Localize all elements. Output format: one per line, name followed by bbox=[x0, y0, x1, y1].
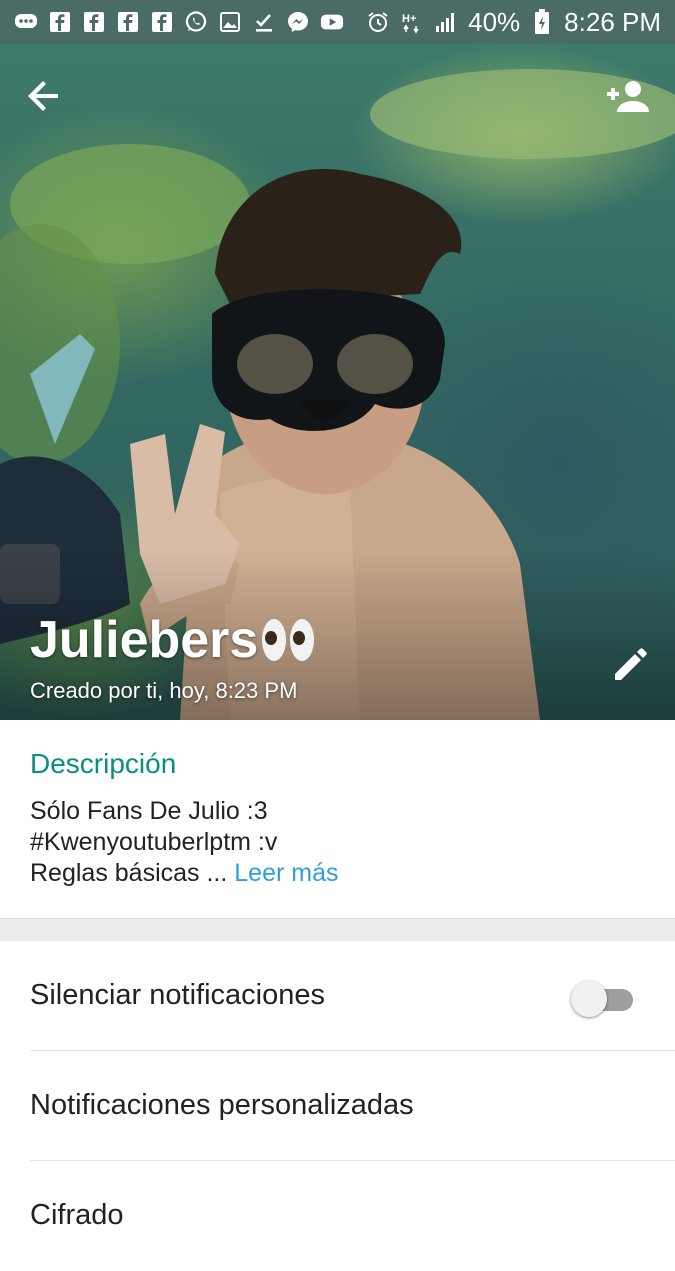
description-section[interactable]: Descripción Sólo Fans De Julio :3 #Kweny… bbox=[0, 720, 675, 919]
facebook-icon bbox=[116, 10, 140, 34]
description-line-text: Reglas básicas ... bbox=[30, 859, 228, 887]
youtube-icon bbox=[320, 10, 344, 34]
description-line: Reglas básicas ... Leer más bbox=[30, 858, 339, 889]
eyes-emoji-icon bbox=[262, 619, 315, 661]
facebook-icon bbox=[82, 10, 106, 34]
data-h-plus-icon: H+ bbox=[400, 10, 424, 34]
custom-notifications-label: Notificaciones personalizadas bbox=[30, 1089, 414, 1121]
signal-icon bbox=[434, 10, 458, 34]
group-name-text: Juliebers bbox=[30, 611, 259, 669]
facebook-icon bbox=[150, 10, 174, 34]
description-title: Descripción bbox=[30, 748, 177, 779]
back-button[interactable] bbox=[24, 76, 64, 116]
section-divider bbox=[0, 919, 675, 941]
messenger-icon bbox=[286, 10, 310, 34]
mute-notifications-label: Silenciar notificaciones bbox=[30, 979, 325, 1011]
created-info: Creado por ti, hoy, 8:23 PM bbox=[30, 678, 298, 703]
svg-text:H+: H+ bbox=[402, 13, 416, 25]
battery-charging-icon bbox=[530, 9, 554, 34]
add-participant-button[interactable] bbox=[605, 76, 651, 116]
gallery-icon bbox=[218, 10, 242, 34]
edit-name-button[interactable] bbox=[611, 644, 651, 684]
person-add-icon bbox=[607, 81, 649, 112]
clock: 8:26 PM bbox=[564, 6, 661, 37]
download-done-icon bbox=[252, 10, 276, 34]
description-line: Sólo Fans De Julio :3 bbox=[30, 797, 268, 825]
custom-notifications-row[interactable]: Notificaciones personalizadas bbox=[30, 1051, 675, 1161]
pencil-icon bbox=[615, 648, 647, 680]
arrow-back-icon bbox=[28, 81, 58, 111]
read-more-link[interactable]: Leer más bbox=[234, 859, 338, 887]
whatsapp-icon bbox=[184, 10, 208, 34]
group-name: Juliebers bbox=[30, 610, 315, 670]
toggle-knob bbox=[571, 981, 607, 1017]
group-header: Juliebers Creado por ti, hoy, 8:23 PM bbox=[0, 44, 675, 720]
facebook-icon bbox=[48, 10, 72, 34]
mute-notifications-row[interactable]: Silenciar notificaciones bbox=[30, 941, 675, 1051]
notification-icons bbox=[14, 10, 344, 34]
description-text: Sólo Fans De Julio :3 #Kwenyoutuberlptm … bbox=[30, 796, 339, 889]
status-bar: H+ 40% 8:26 PM bbox=[0, 0, 675, 44]
system-status: H+ 40% 8:26 PM bbox=[366, 7, 661, 38]
messages-icon bbox=[14, 10, 38, 34]
alarm-icon bbox=[366, 10, 390, 34]
settings-list: Silenciar notificaciones Notificaciones … bbox=[0, 941, 675, 1231]
description-line: #Kwenyoutuberlptm :v bbox=[30, 828, 278, 856]
encryption-row[interactable]: Cifrado bbox=[30, 1161, 675, 1271]
battery-percent: 40% bbox=[468, 6, 521, 37]
encryption-label: Cifrado bbox=[30, 1199, 124, 1231]
mute-toggle[interactable] bbox=[571, 981, 633, 1017]
